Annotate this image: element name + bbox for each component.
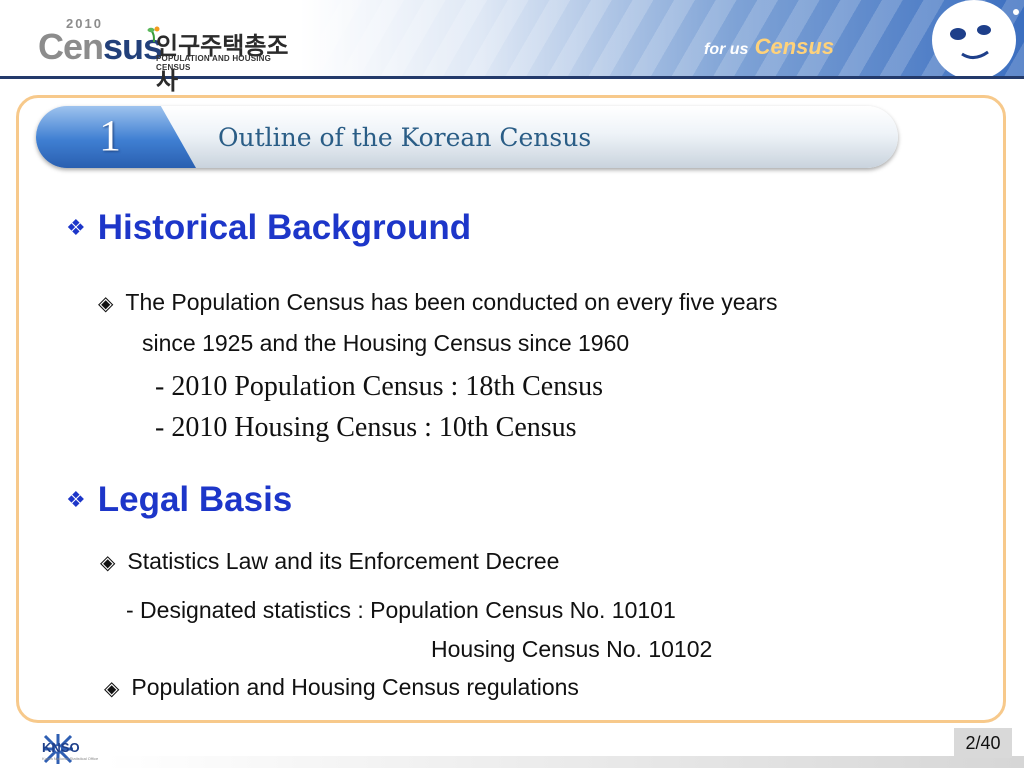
list-item-text: The Population Census has been conducted… <box>125 289 778 315</box>
heading-text: Historical Background <box>97 208 472 247</box>
slogan-b: Census <box>754 34 835 59</box>
section-title-bar: 1 Outline of the Korean Census <box>36 106 898 168</box>
bullet-icon: ❖ <box>66 487 86 513</box>
heading-historical-background: ❖ Historical Background <box>66 208 471 248</box>
sub-item: - 2010 Population Census : 18th Census <box>155 371 604 402</box>
content-frame <box>16 95 1006 723</box>
slide-title: Outline of the Korean Census <box>218 123 592 152</box>
list-item: ◈ The Population Census has been conducte… <box>98 289 777 316</box>
census-logo: 2010 Census 인구주택총조사 POPULATION AND HOUSI… <box>38 16 298 95</box>
logo-subtitle: POPULATION AND HOUSING CENSUS <box>156 54 272 72</box>
slogan-a: for us <box>704 41 749 58</box>
title-number: 1 <box>99 111 121 160</box>
list-item-text: Statistics Law and its Enforcement Decre… <box>127 548 560 574</box>
diamond-bullet-icon: ◈ <box>100 550 116 574</box>
list-item-continued: since 1925 and the Housing Census since … <box>142 330 630 356</box>
sub-item: - Designated statistics : Population Cen… <box>126 597 676 623</box>
bullet-icon: ❖ <box>66 215 86 241</box>
header-divider <box>0 76 1024 79</box>
footer-bar <box>106 756 1024 768</box>
heading-text: Legal Basis <box>97 480 293 519</box>
list-item: ◈ Population and Housing Census regulatio… <box>104 674 579 701</box>
heading-legal-basis: ❖ Legal Basis <box>66 480 292 520</box>
page-number: 2/40 <box>954 728 1012 758</box>
list-item: ◈ Statistics Law and its Enforcement Decr… <box>100 548 559 575</box>
slogan: for us Census <box>704 34 834 60</box>
footer-org: KNSO <box>42 740 80 755</box>
mascot-icon <box>932 0 1019 76</box>
sub-item: Housing Census No. 10102 <box>431 636 713 662</box>
logo-word: Census <box>38 26 163 68</box>
logo-word-a: Cen <box>38 26 104 67</box>
sub-item: - 2010 Housing Census : 10th Census <box>155 412 577 443</box>
list-item-text: Population and Housing Census regulation… <box>131 674 579 700</box>
footer-org-sub: Korea National Statistical Office <box>42 756 99 761</box>
diamond-bullet-icon: ◈ <box>98 291 114 315</box>
diamond-bullet-icon: ◈ <box>104 676 120 700</box>
header: 2010 Census 인구주택총조사 POPULATION AND HOUSI… <box>0 0 1024 95</box>
